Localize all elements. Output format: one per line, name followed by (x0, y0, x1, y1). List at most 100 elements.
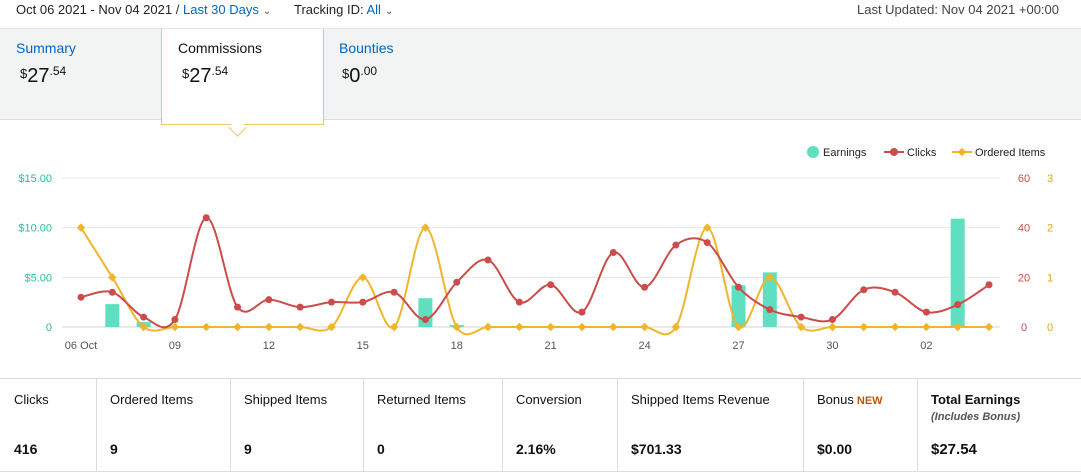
legend-marker-earnings (807, 146, 819, 158)
y-tick-label-earnings: $5.00 (24, 272, 52, 284)
legend-label-ordered-items: Ordered Items (975, 147, 1046, 159)
point-clicks (797, 313, 805, 321)
point-clicks (672, 241, 680, 249)
point-clicks (891, 288, 899, 296)
earnings-chart: $15.00 60 3$10.00 40 2$5.00 20 10 0 006 Oct 09 12 1… (18, 146, 1053, 352)
legend-marker-ordered-items (957, 147, 967, 157)
point-ordered-items (358, 273, 368, 282)
point-clicks (828, 316, 836, 324)
point-clicks (421, 316, 429, 324)
stat-shipped-items: Shipped Items 9 (230, 379, 364, 471)
y-tick-label-ordered-items: 0 (1047, 322, 1053, 334)
y-tick-label-earnings: 0 (46, 322, 52, 334)
stat-value: 2.16% (516, 441, 556, 457)
point-ordered-items (233, 322, 242, 332)
point-clicks (922, 308, 930, 316)
point-clicks (484, 256, 492, 264)
point-clicks (77, 293, 85, 301)
stats-bar: Clicks 416 Ordered Items 9 Shipped Items… (0, 378, 1081, 472)
point-clicks (860, 286, 868, 294)
point-clicks (265, 296, 273, 304)
point-clicks (735, 283, 743, 291)
legend-label-clicks: Clicks (907, 147, 937, 159)
point-clicks (390, 288, 398, 296)
point-clicks (578, 308, 586, 316)
legend-marker-clicks (890, 148, 898, 156)
legend-label-earnings: Earnings (823, 147, 867, 159)
stat-value: 9 (110, 441, 118, 457)
y-tick-label-earnings: $10.00 (18, 223, 52, 235)
point-ordered-items (515, 322, 524, 332)
stat-shipped-revenue: Shipped Items Revenue $701.33 (617, 379, 804, 471)
x-tick-label: 06 Oct (65, 340, 97, 352)
range-preset-dropdown[interactable]: Last 30 Days (183, 2, 259, 17)
y-tick-label-earnings: $15.00 (18, 173, 52, 185)
stat-value: 0 (377, 441, 385, 457)
x-tick-label: 09 (169, 340, 181, 352)
chevron-down-icon[interactable]: ⌄ (263, 6, 271, 17)
stat-value: $27.54 (931, 441, 977, 458)
point-ordered-items (546, 322, 555, 332)
point-ordered-items (264, 322, 274, 332)
x-tick-label: 30 (826, 340, 838, 352)
point-ordered-items (859, 322, 869, 332)
point-ordered-items (922, 322, 931, 332)
stat-clicks: Clicks 416 (0, 379, 97, 471)
last-updated: Last Updated: Nov 04 2021 +00:00 (856, 2, 1059, 17)
x-tick-label: 15 (357, 340, 369, 352)
new-badge: NEW (856, 395, 883, 407)
stat-sublabel: (Includes Bonus) (931, 411, 1021, 423)
tracking-id-dropdown[interactable]: All (367, 2, 381, 17)
point-ordered-items (609, 322, 618, 332)
tab-amount: $27.54 (20, 64, 67, 87)
point-clicks (234, 303, 242, 311)
x-tick-label: 27 (732, 340, 744, 352)
point-clicks (766, 306, 774, 314)
y-tick-label-clicks: 0 (1021, 322, 1027, 334)
tracking-id-selector: Tracking ID: All ⌄ (294, 2, 393, 17)
y-tick-label-clicks: 60 (1018, 173, 1030, 185)
bar-earnings (950, 218, 965, 327)
point-clicks (171, 316, 179, 324)
point-ordered-items (577, 322, 587, 332)
stat-value: $0.00 (817, 441, 853, 457)
stat-label: Total Earnings (931, 392, 1021, 407)
point-clicks (515, 298, 523, 306)
tab-bounties[interactable]: Bounties $0.00 (322, 29, 482, 119)
x-tick-label: 18 (451, 340, 463, 352)
stat-value: 9 (244, 441, 252, 457)
tab-summary[interactable]: Summary $27.54 (0, 29, 160, 119)
point-clicks (140, 313, 148, 321)
point-ordered-items (890, 322, 900, 332)
point-ordered-items (201, 322, 211, 332)
point-ordered-items (640, 322, 649, 332)
top-bar: Oct 06 2021 - Nov 04 2021 / Last 30 Days… (0, 0, 1081, 29)
point-clicks (985, 281, 993, 289)
tab-label[interactable]: Summary (16, 40, 76, 56)
tab-label[interactable]: Bounties (339, 40, 393, 56)
stat-conversion: Conversion 2.16% (502, 379, 618, 471)
stat-ordered-items: Ordered Items 9 (96, 379, 231, 471)
stat-value: $701.33 (631, 441, 682, 457)
tab-commissions[interactable]: Commissions $27.54 (161, 29, 324, 125)
x-tick-label: 24 (638, 340, 650, 352)
point-clicks (202, 214, 210, 222)
earnings-tabs: Summary $27.54 Commissions $27.54 Bounti… (0, 29, 1081, 125)
tracking-label: Tracking ID: (294, 2, 364, 17)
line-clicks (80, 216, 990, 329)
stat-label: Clicks (14, 392, 49, 407)
chevron-down-icon[interactable]: ⌄ (385, 6, 393, 17)
bar-earnings (105, 304, 120, 327)
point-clicks (296, 303, 304, 311)
y-tick-label-ordered-items: 2 (1047, 223, 1053, 235)
tab-label[interactable]: Commissions (178, 40, 262, 56)
point-clicks (547, 281, 555, 289)
point-clicks (359, 298, 367, 306)
stat-total-earnings: Total Earnings (Includes Bonus) $27.54 (917, 379, 1081, 471)
y-tick-label-clicks: 20 (1018, 272, 1030, 284)
stat-value: 416 (14, 441, 38, 457)
point-clicks (108, 288, 116, 296)
date-range: Oct 06 2021 - Nov 04 2021 (16, 2, 173, 17)
stat-label: Shipped Items (244, 392, 328, 407)
y-tick-label-ordered-items: 1 (1047, 272, 1053, 284)
